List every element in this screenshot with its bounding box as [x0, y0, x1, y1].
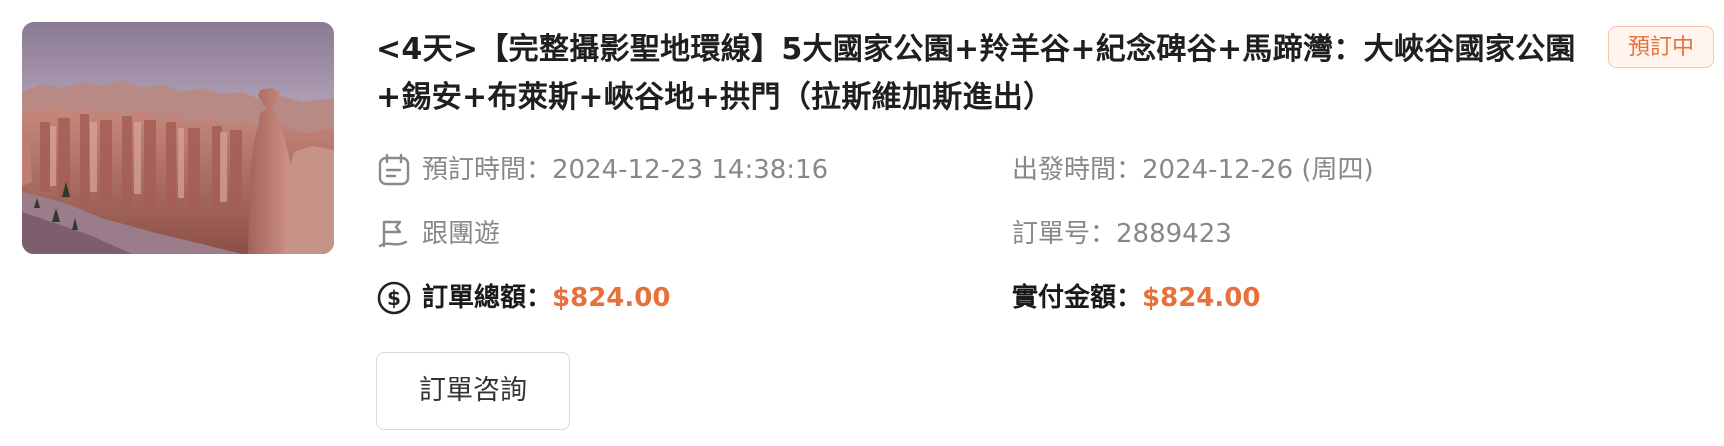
tour-type-label: 跟團遊	[422, 219, 501, 249]
order-consult-button[interactable]: 訂單咨詢	[376, 352, 570, 430]
order-card: <4天>【完整攝影聖地環線】5大國家公園+羚羊谷+紀念碑谷+馬蹄灣：大峽谷國家公…	[0, 0, 1724, 446]
departure-time-row: 出發時間：2024-12-26 (周四)	[1012, 152, 1374, 188]
total-amount-value: $824.00	[552, 283, 671, 313]
paid-amount-label: 實付金額：	[1012, 283, 1143, 313]
canyon-photo	[22, 22, 334, 254]
total-amount-row: $ 訂單總額：$824.00	[376, 280, 670, 316]
total-amount-label: 訂單總額：	[422, 283, 553, 313]
booking-time-label: 預訂時間：	[422, 155, 553, 185]
order-number-value: 2889423	[1116, 219, 1232, 249]
booking-time-value: 2024-12-23 14:38:16	[552, 155, 829, 185]
order-number-row: 訂單号：2889423	[1012, 216, 1232, 252]
departure-time-label: 出發時間：	[1012, 155, 1143, 185]
paid-amount-row: 實付金額：$824.00	[1012, 280, 1260, 316]
booking-time-row: 預訂時間：2024-12-23 14:38:16	[376, 152, 828, 188]
departure-time-value: 2024-12-26 (周四)	[1142, 155, 1374, 185]
calendar-note-icon	[376, 152, 412, 188]
tour-thumbnail[interactable]	[22, 22, 334, 254]
status-badge: 預訂中	[1608, 26, 1714, 68]
order-number-label: 訂單号：	[1012, 219, 1117, 249]
tour-type-row: 跟團遊	[376, 216, 500, 252]
svg-text:$: $	[387, 286, 401, 310]
paid-amount-value: $824.00	[1142, 283, 1261, 313]
dollar-circle-icon: $	[376, 280, 412, 316]
tour-title[interactable]: <4天>【完整攝影聖地環線】5大國家公園+羚羊谷+紀念碑谷+馬蹄灣：大峽谷國家公…	[376, 26, 1596, 122]
flag-route-icon	[376, 216, 412, 252]
